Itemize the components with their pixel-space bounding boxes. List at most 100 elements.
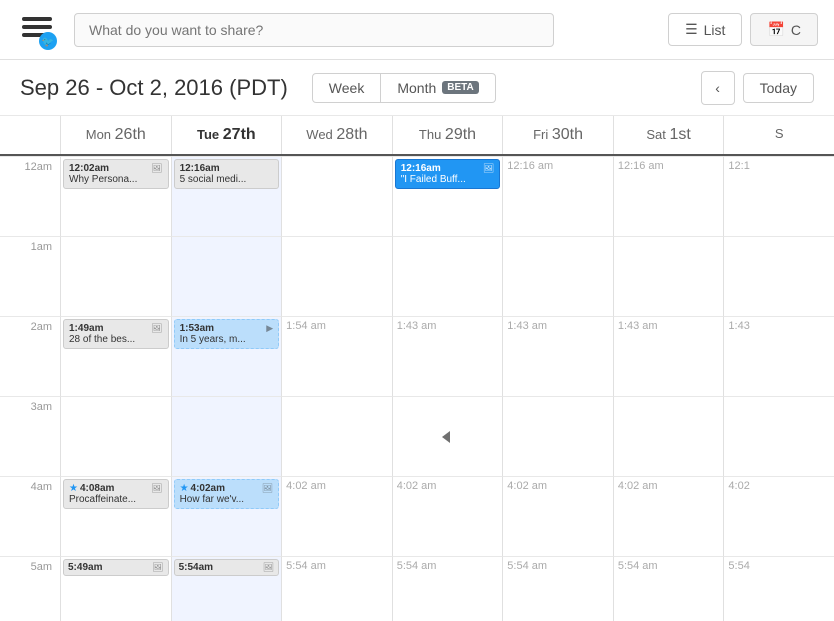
cell-sun2-3am[interactable]: [723, 396, 834, 476]
cell-sun2-12am[interactable]: 12:1: [723, 156, 834, 236]
search-input[interactable]: [74, 13, 554, 47]
period-toggle: Week Month BETA: [312, 73, 496, 103]
event-tue27-4am-1[interactable]: ★ 4:02am 🖼 How far we'v...: [174, 479, 280, 509]
calendar-view-button[interactable]: 📅 C: [750, 13, 818, 46]
cell-tue27-1am[interactable]: [171, 236, 282, 316]
calendar: Mon 26th Tue 27th Wed 28th Thu 29th Fri …: [0, 116, 834, 621]
plain-time-fri30-2am: 1:43 am: [507, 320, 547, 332]
plain-time-fri30-12am: 12:16 am: [507, 160, 553, 172]
event-mon26-4am-1[interactable]: ★ 4:08am 🖼 Procaffeinate...: [63, 479, 169, 509]
time-3am: 3am: [0, 396, 60, 476]
cell-wed28-4am[interactable]: 4:02 am: [281, 476, 392, 556]
day-header-tue27: Tue 27th: [171, 116, 282, 154]
time-1am: 1am: [0, 236, 60, 316]
day-header-thu29: Thu 29th: [392, 116, 503, 154]
cell-fri30-12am[interactable]: 12:16 am: [502, 156, 613, 236]
cell-tue27-2am[interactable]: 1:53am ▶ In 5 years, m...: [171, 316, 282, 396]
cell-sat1-12am[interactable]: 12:16 am: [613, 156, 724, 236]
cell-fri30-1am[interactable]: [502, 236, 613, 316]
cell-wed28-3am[interactable]: [281, 396, 392, 476]
cell-thu29-4am[interactable]: 4:02 am: [392, 476, 503, 556]
cell-mon26-1am[interactable]: [60, 236, 171, 316]
event-thu29-12am-1[interactable]: 12:16am 🖼 "I Failed Buff...: [395, 159, 501, 189]
logo-area: 🐦: [16, 9, 58, 51]
event-mon26-12am-1[interactable]: 12:02am 🖼 Why Persona...: [63, 159, 169, 189]
plain-time-wed28-2am: 1:54 am: [286, 320, 326, 332]
video-icon: ▶: [266, 323, 273, 334]
time-12am: 12am: [0, 156, 60, 236]
time-5am: 5am: [0, 556, 60, 621]
prev-button[interactable]: ‹: [701, 71, 735, 105]
cell-wed28-2am[interactable]: 1:54 am: [281, 316, 392, 396]
cell-tue27-3am[interactable]: [171, 396, 282, 476]
cell-tue27-5am[interactable]: 5:54am 🖼: [171, 556, 282, 621]
calendar-icon: 📅: [767, 21, 784, 38]
cell-sun2-1am[interactable]: [723, 236, 834, 316]
event-tue27-12am-1[interactable]: 12:16am 5 social medi...: [174, 159, 280, 189]
day-header-wed28: Wed 28th: [281, 116, 392, 154]
plain-time-thu29-5am: 5:54 am: [397, 560, 437, 572]
cell-sun2-2am[interactable]: 1:43: [723, 316, 834, 396]
plain-time-wed28-5am: 5:54 am: [286, 560, 326, 572]
cell-sat1-2am[interactable]: 1:43 am: [613, 316, 724, 396]
cell-sun2-5am[interactable]: 5:54: [723, 556, 834, 621]
cell-wed28-12am[interactable]: [281, 156, 392, 236]
image-icon: 🖼: [151, 323, 162, 334]
star-icon: ★: [180, 483, 189, 494]
event-tue27-5am-1[interactable]: 5:54am 🖼: [174, 559, 280, 576]
cell-tue27-12am[interactable]: 12:16am 5 social medi...: [171, 156, 282, 236]
nav-buttons: ‹ Today: [701, 71, 814, 105]
day-header-sat1: Sat 1st: [613, 116, 724, 154]
cell-mon26-12am[interactable]: 12:02am 🖼 Why Persona...: [60, 156, 171, 236]
day-header-fri30: Fri 30th: [502, 116, 613, 154]
cell-mon26-5am[interactable]: 5:49am 🖼: [60, 556, 171, 621]
cell-mon26-3am[interactable]: [60, 396, 171, 476]
star-icon: ★: [69, 483, 78, 494]
cell-sat1-1am[interactable]: [613, 236, 724, 316]
cell-thu29-3am[interactable]: [392, 396, 503, 476]
cell-sun2-4am[interactable]: 4:02: [723, 476, 834, 556]
image-icon: 🖼: [151, 483, 162, 494]
plain-time-thu29-4am: 4:02 am: [397, 480, 437, 492]
cell-wed28-5am[interactable]: 5:54 am: [281, 556, 392, 621]
month-button[interactable]: Month BETA: [381, 73, 495, 103]
cell-fri30-4am[interactable]: 4:02 am: [502, 476, 613, 556]
list-view-button[interactable]: ☰ List: [668, 13, 742, 46]
svg-text:🐦: 🐦: [42, 37, 54, 48]
cell-thu29-1am[interactable]: [392, 236, 503, 316]
plain-time-fri30-4am: 4:02 am: [507, 480, 547, 492]
cell-fri30-5am[interactable]: 5:54 am: [502, 556, 613, 621]
cell-sat1-4am[interactable]: 4:02 am: [613, 476, 724, 556]
cell-wed28-1am[interactable]: [281, 236, 392, 316]
plain-time-sat1-5am: 5:54 am: [618, 560, 658, 572]
time-4am: 4am: [0, 476, 60, 556]
cell-thu29-5am[interactable]: 5:54 am: [392, 556, 503, 621]
cell-thu29-2am[interactable]: 1:43 am: [392, 316, 503, 396]
cell-mon26-2am[interactable]: 1:49am 🖼 28 of the bes...: [60, 316, 171, 396]
plain-time-thu29-2am: 1:43 am: [397, 320, 437, 332]
plain-time-fri30-5am: 5:54 am: [507, 560, 547, 572]
plain-time-sun2-5am: 5:54: [728, 560, 749, 572]
cell-fri30-3am[interactable]: [502, 396, 613, 476]
cell-tue27-4am[interactable]: ★ 4:02am 🖼 How far we'v...: [171, 476, 282, 556]
image-icon: 🖼: [263, 562, 274, 573]
event-mon26-5am-1[interactable]: 5:49am 🖼: [63, 559, 169, 576]
image-icon: 🖼: [483, 163, 494, 174]
calendar-body[interactable]: 12am 12:02am 🖼 Why Persona... 12:16am 5 …: [0, 156, 834, 621]
today-button[interactable]: Today: [743, 73, 814, 103]
cell-mon26-4am[interactable]: ★ 4:08am 🖼 Procaffeinate...: [60, 476, 171, 556]
cell-sat1-3am[interactable]: [613, 396, 724, 476]
cursor-indicator: [442, 431, 450, 443]
cell-fri30-2am[interactable]: 1:43 am: [502, 316, 613, 396]
cell-thu29-12am[interactable]: 12:16am 🖼 "I Failed Buff...: [392, 156, 503, 236]
event-mon26-2am-1[interactable]: 1:49am 🖼 28 of the bes...: [63, 319, 169, 349]
day-header-mon26: Mon 26th: [60, 116, 171, 154]
plain-time-sat1-4am: 4:02 am: [618, 480, 658, 492]
beta-badge: BETA: [442, 81, 478, 94]
app-logo: 🐦: [16, 9, 58, 51]
event-tue27-2am-1[interactable]: 1:53am ▶ In 5 years, m...: [174, 319, 280, 349]
plain-time-sun2-4am: 4:02: [728, 480, 749, 492]
cell-sat1-5am[interactable]: 5:54 am: [613, 556, 724, 621]
week-button[interactable]: Week: [312, 73, 382, 103]
day-headers: Mon 26th Tue 27th Wed 28th Thu 29th Fri …: [0, 116, 834, 156]
